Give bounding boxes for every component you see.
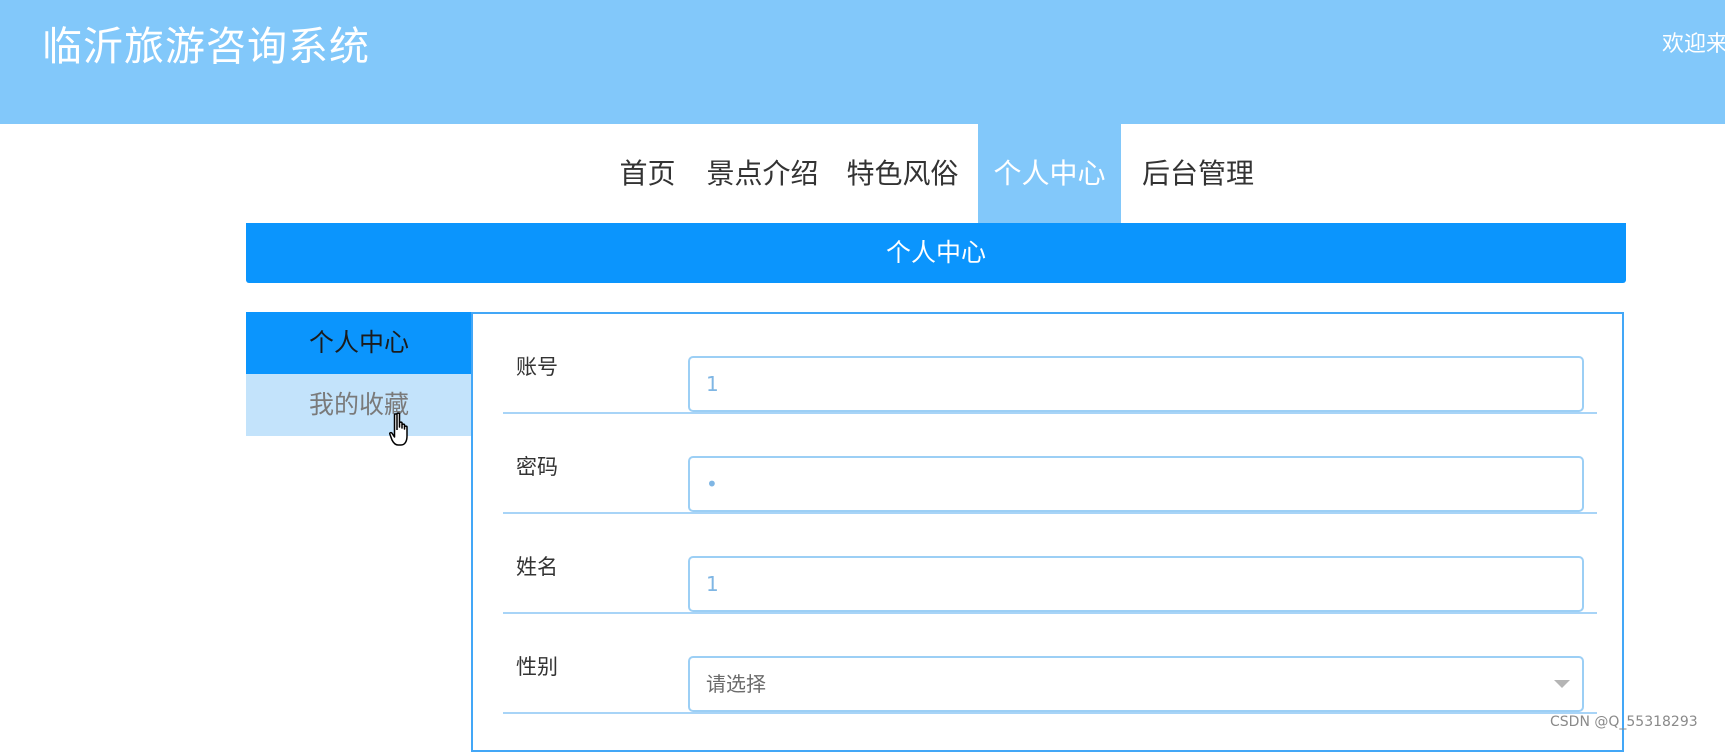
section-title-bar: 个人中心 <box>246 223 1626 283</box>
gender-select[interactable]: 请选择 <box>688 656 1584 712</box>
site-title: 临沂旅游咨询系统 <box>42 24 370 70</box>
account-input[interactable] <box>688 356 1584 412</box>
side-menu: 个人中心 我的收藏 <box>246 312 472 436</box>
nav-item-home[interactable]: 首页 <box>609 124 686 224</box>
nav-item-customs[interactable]: 特色风俗 <box>840 124 965 224</box>
side-item-personal-center[interactable]: 个人中心 <box>246 312 472 374</box>
account-label: 账号 <box>516 355 558 379</box>
top-header: 临沂旅游咨询系统 欢迎来 <box>0 0 1725 124</box>
form-row-password: 密码 <box>503 414 1597 514</box>
gender-select-placeholder: 请选择 <box>706 672 766 696</box>
form-row-gender: 性别 请选择 <box>503 614 1597 714</box>
name-label: 姓名 <box>516 555 558 579</box>
watermark: CSDN @Q_55318293 <box>1550 714 1698 730</box>
form-row-name: 姓名 <box>503 514 1597 614</box>
password-input[interactable] <box>688 456 1584 512</box>
nav-item-personal-center[interactable]: 个人中心 <box>978 124 1121 224</box>
password-label: 密码 <box>516 455 558 479</box>
caret-down-icon <box>1554 680 1570 688</box>
main-nav: 首页 景点介绍 特色风俗 个人中心 后台管理 <box>0 124 1725 224</box>
name-input[interactable] <box>688 556 1584 612</box>
hand-pointer-icon <box>389 412 408 446</box>
welcome-text: 欢迎来 <box>1662 32 1725 57</box>
profile-form-panel: 账号 密码 姓名 性别 请选择 <box>471 312 1624 752</box>
nav-item-admin[interactable]: 后台管理 <box>1130 124 1266 224</box>
form-row-account: 账号 <box>503 314 1597 414</box>
gender-label: 性别 <box>516 655 558 679</box>
side-item-my-favorites[interactable]: 我的收藏 <box>246 374 472 436</box>
nav-item-attractions[interactable]: 景点介绍 <box>700 124 825 224</box>
